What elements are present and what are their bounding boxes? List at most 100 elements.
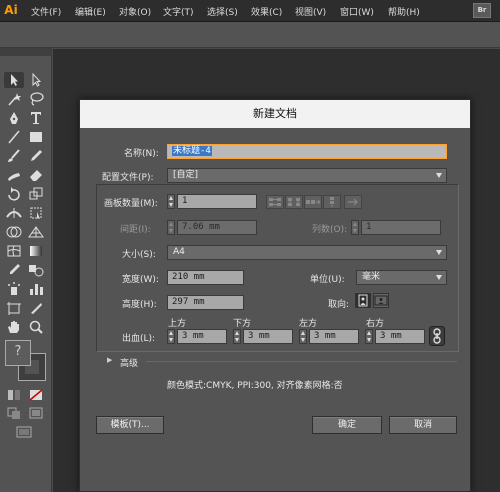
bleed-bottom-field[interactable]: 3 mm <box>243 329 293 344</box>
link-bleed-icon[interactable] <box>429 326 445 346</box>
menu-type[interactable]: 文字(T) <box>163 5 194 18</box>
menu-window[interactable]: 窗口(W) <box>340 5 374 18</box>
rectangle-tool-icon[interactable] <box>26 129 46 145</box>
eyedropper-tool-icon[interactable] <box>4 262 24 278</box>
pen-tool-icon[interactable] <box>4 110 24 126</box>
menu-help[interactable]: 帮助(H) <box>388 5 420 18</box>
perspective-grid-tool-icon[interactable] <box>26 224 46 240</box>
bleed-right-stepper[interactable] <box>365 329 373 344</box>
divider <box>146 361 457 362</box>
bridge-button[interactable]: Br <box>473 3 491 18</box>
menu-bar: Ai 文件(F) 编辑(E) 对象(O) 文字(T) 选择(S) 效果(C) 视… <box>0 0 500 22</box>
none-color-icon[interactable] <box>26 387 46 403</box>
width-field[interactable]: 210 mm <box>167 270 244 285</box>
chevron-down-icon <box>436 173 442 178</box>
menu-select[interactable]: 选择(S) <box>207 5 238 18</box>
magic-wand-tool-icon[interactable] <box>4 91 24 107</box>
arrange-by-column-icon[interactable] <box>323 195 341 209</box>
pencil-tool-icon[interactable] <box>26 148 46 164</box>
bleed-bottom-label: 下方 <box>233 319 252 329</box>
new-document-dialog: 新建文档 名称(N): 未标题-4 配置文件(P): [自定] 画板数量(M):… <box>79 99 471 492</box>
fill-unknown-icon: ? <box>14 344 22 359</box>
name-label: 名称(N): <box>124 149 159 159</box>
lasso-tool-icon[interactable] <box>26 91 46 107</box>
menu-file[interactable]: 文件(F) <box>31 5 61 18</box>
column-graph-tool-icon[interactable] <box>26 281 46 297</box>
grid-by-row-icon[interactable] <box>266 195 284 209</box>
bleed-right-field[interactable]: 3 mm <box>375 329 425 344</box>
screen-mode-icon[interactable] <box>26 405 46 421</box>
spacing-field[interactable]: 7.06 mm <box>177 220 257 235</box>
bleed-left-stepper[interactable] <box>299 329 307 344</box>
size-label: 大小(S): <box>122 250 156 260</box>
menu-edit[interactable]: 编辑(E) <box>75 5 106 18</box>
direct-selection-tool-icon[interactable] <box>26 72 46 88</box>
selection-tool-icon[interactable] <box>4 72 24 88</box>
spacing-label: 间距(I): <box>120 225 151 235</box>
mesh-tool-icon[interactable] <box>4 243 24 259</box>
eraser-tool-icon[interactable] <box>26 167 46 183</box>
size-select[interactable]: A4 <box>167 245 447 260</box>
advanced-label[interactable]: 高级 <box>120 356 138 369</box>
zoom-tool-icon[interactable] <box>26 319 46 335</box>
arrange-by-row-icon[interactable] <box>304 195 322 209</box>
profile-value: [自定] <box>173 170 199 180</box>
menu-view[interactable]: 视图(V) <box>295 5 326 18</box>
blob-brush-tool-icon[interactable] <box>4 167 24 183</box>
bleed-top-stepper[interactable] <box>167 329 175 344</box>
name-field[interactable]: 未标题-4 <box>167 144 447 159</box>
size-value: A4 <box>173 247 185 257</box>
rotate-tool-icon[interactable] <box>4 186 24 202</box>
artboards-stepper[interactable] <box>167 194 175 209</box>
shape-builder-tool-icon[interactable] <box>4 224 24 240</box>
expand-arrow-icon[interactable]: ▶ <box>107 356 112 364</box>
color-mode-icon[interactable] <box>4 387 24 403</box>
scale-tool-icon[interactable] <box>26 186 46 202</box>
bleed-top-field[interactable]: 3 mm <box>177 329 227 344</box>
blend-tool-icon[interactable] <box>26 262 46 278</box>
gradient-tool-icon[interactable] <box>26 243 46 259</box>
profile-select[interactable]: [自定] <box>167 168 447 183</box>
name-field-value: 未标题-4 <box>172 146 212 156</box>
change-screen-mode-icon[interactable] <box>14 424 34 440</box>
cancel-button[interactable]: 取消 <box>389 416 457 434</box>
bleed-bottom-stepper[interactable] <box>233 329 241 344</box>
document-settings-group <box>96 184 459 352</box>
paintbrush-tool-icon[interactable] <box>4 148 24 164</box>
hand-tool-icon[interactable] <box>4 319 24 335</box>
ok-button[interactable]: 确定 <box>312 416 382 434</box>
panel-grip[interactable] <box>0 48 52 56</box>
grid-by-column-icon[interactable] <box>285 195 303 209</box>
columns-field[interactable]: 1 <box>361 220 441 235</box>
bleed-label: 出血(L): <box>122 334 156 344</box>
columns-stepper[interactable] <box>351 220 359 235</box>
document-info-text: 颜色模式:CMYK, PPI:300, 对齐像素网格:否 <box>167 381 343 391</box>
bleed-left-label: 左方 <box>299 319 318 329</box>
bleed-left-field[interactable]: 3 mm <box>309 329 359 344</box>
line-tool-icon[interactable] <box>4 129 24 145</box>
menu-effect[interactable]: 效果(C) <box>251 5 282 18</box>
height-field[interactable]: 297 mm <box>167 295 244 310</box>
draw-mode-icon[interactable] <box>4 405 24 421</box>
columns-label: 列数(O): <box>312 225 348 235</box>
artboards-label: 画板数量(M): <box>104 199 158 209</box>
artboards-field[interactable]: 1 <box>177 194 257 209</box>
symbol-sprayer-tool-icon[interactable] <box>4 281 24 297</box>
spacing-stepper[interactable] <box>167 220 175 235</box>
type-tool-icon[interactable] <box>26 110 46 126</box>
width-label: 宽度(W): <box>122 275 159 285</box>
fill-stroke-indicator[interactable]: ? <box>5 340 46 381</box>
menu-object[interactable]: 对象(O) <box>119 5 151 18</box>
slice-tool-icon[interactable] <box>26 300 46 316</box>
portrait-orientation-icon[interactable] <box>355 293 371 308</box>
landscape-orientation-icon[interactable] <box>373 293 389 308</box>
right-to-left-layout-icon[interactable] <box>344 195 362 209</box>
units-select[interactable]: 毫米 <box>356 270 447 285</box>
templates-button[interactable]: 模板(T)... <box>96 416 164 434</box>
chevron-down-icon <box>436 275 442 280</box>
bleed-right-label: 右方 <box>366 319 385 329</box>
control-bar <box>0 22 500 48</box>
free-transform-tool-icon[interactable] <box>26 205 46 221</box>
artboard-tool-icon[interactable] <box>4 300 24 316</box>
width-tool-icon[interactable] <box>4 205 24 221</box>
